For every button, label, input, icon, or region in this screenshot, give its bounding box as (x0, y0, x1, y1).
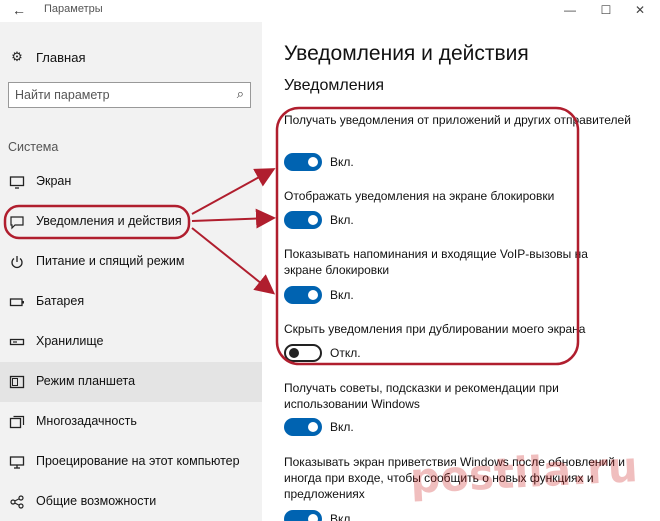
maximize-button[interactable]: ☐ (592, 1, 620, 19)
toggle-knob (308, 290, 318, 300)
battery-icon (9, 298, 24, 307)
title-bar: ← Параметры — ☐ ✕ (0, 0, 660, 22)
sidebar-item-storage[interactable]: Хранилище (0, 322, 262, 362)
sidebar-item-label: Общие возможности (36, 494, 157, 508)
sidebar-item-label: Многозадачность (36, 414, 137, 428)
power-icon (11, 256, 23, 269)
sidebar-item-label: Хранилище (36, 334, 104, 348)
search-icon[interactable]: ⌕ (237, 86, 244, 102)
sidebar-item-label: Батарея (36, 294, 85, 308)
sidebar-item-multitasking[interactable]: Многозадачность (0, 402, 262, 442)
home-link[interactable]: ⚙ Главная (8, 48, 208, 68)
tablet-mode-icon (9, 375, 25, 389)
toggle-state-label: Вкл. (330, 420, 354, 434)
sidebar-item-power[interactable]: Питание и спящий режим (0, 242, 262, 282)
minimize-button[interactable]: — (556, 1, 584, 19)
home-label: Главная (36, 50, 86, 65)
shared-experiences-icon (10, 495, 24, 509)
projecting-icon (9, 456, 25, 469)
sidebar-item-label: Режим планшета (36, 374, 136, 388)
option-text: Показывать напоминания и входящие VoIP-в… (284, 247, 588, 277)
sidebar-item-projecting[interactable]: Проецирование на этот компьютер (0, 442, 262, 482)
close-button[interactable]: ✕ (626, 1, 654, 19)
toggle-state-label: Вкл. (330, 213, 354, 227)
multitasking-icon (9, 415, 25, 429)
sidebar-item-label: Проецирование на этот компьютер (36, 454, 240, 468)
page-title: Уведомления и действия (284, 42, 529, 65)
toggle-state-label: Вкл. (330, 155, 354, 169)
toggle-knob (308, 215, 318, 225)
back-arrow-icon[interactable]: ← (8, 1, 30, 19)
sidebar-item-display[interactable]: Экран (0, 162, 262, 202)
option-text: Получать уведомления от приложений и дру… (284, 113, 631, 127)
sidebar-item-battery[interactable]: Батарея (0, 282, 262, 322)
sidebar-item-label: Экран (36, 174, 72, 188)
toggle-switch[interactable] (284, 344, 322, 362)
storage-icon (9, 338, 25, 346)
toggle-knob (289, 348, 299, 358)
window-title: Параметры (44, 3, 103, 15)
toggle-state-label: Вкл. (330, 512, 354, 521)
option-text: Получать советы, подсказки и рекомендаци… (284, 381, 559, 411)
sidebar-item-label: Уведомления и действия (36, 214, 182, 228)
toggle-state-label: Вкл. (330, 288, 354, 302)
notifications-icon (10, 216, 24, 230)
toggle-switch[interactable] (284, 153, 322, 171)
gear-icon: ⚙ (11, 49, 23, 64)
toggle-state-label: Откл. (330, 346, 361, 360)
section-label: Система (8, 140, 59, 154)
sidebar-item-label: Питание и спящий режим (36, 254, 185, 268)
search-box[interactable]: ⌕ (8, 82, 251, 108)
toggle-switch[interactable] (284, 211, 322, 229)
sidebar-item-notifications[interactable]: Уведомления и действия (0, 202, 262, 242)
sidebar: ⚙ Главная ⌕ Система Экран Уведомления и … (0, 22, 262, 521)
display-icon (9, 176, 25, 189)
toggle-knob (308, 514, 318, 521)
option-text: Отображать уведомления на экране блокиро… (284, 189, 555, 203)
toggle-switch[interactable] (284, 286, 322, 304)
section-title: Уведомления (284, 77, 385, 94)
option-text: Скрыть уведомления при дублировании моег… (284, 322, 586, 336)
sidebar-item-shared-experiences[interactable]: Общие возможности (0, 482, 262, 521)
toggle-switch[interactable] (284, 418, 322, 436)
toggle-switch[interactable] (284, 510, 322, 521)
search-input[interactable] (9, 83, 219, 107)
sidebar-item-tablet-mode[interactable]: Режим планшета (0, 362, 262, 402)
toggle-knob (308, 422, 318, 432)
toggle-knob (308, 157, 318, 167)
